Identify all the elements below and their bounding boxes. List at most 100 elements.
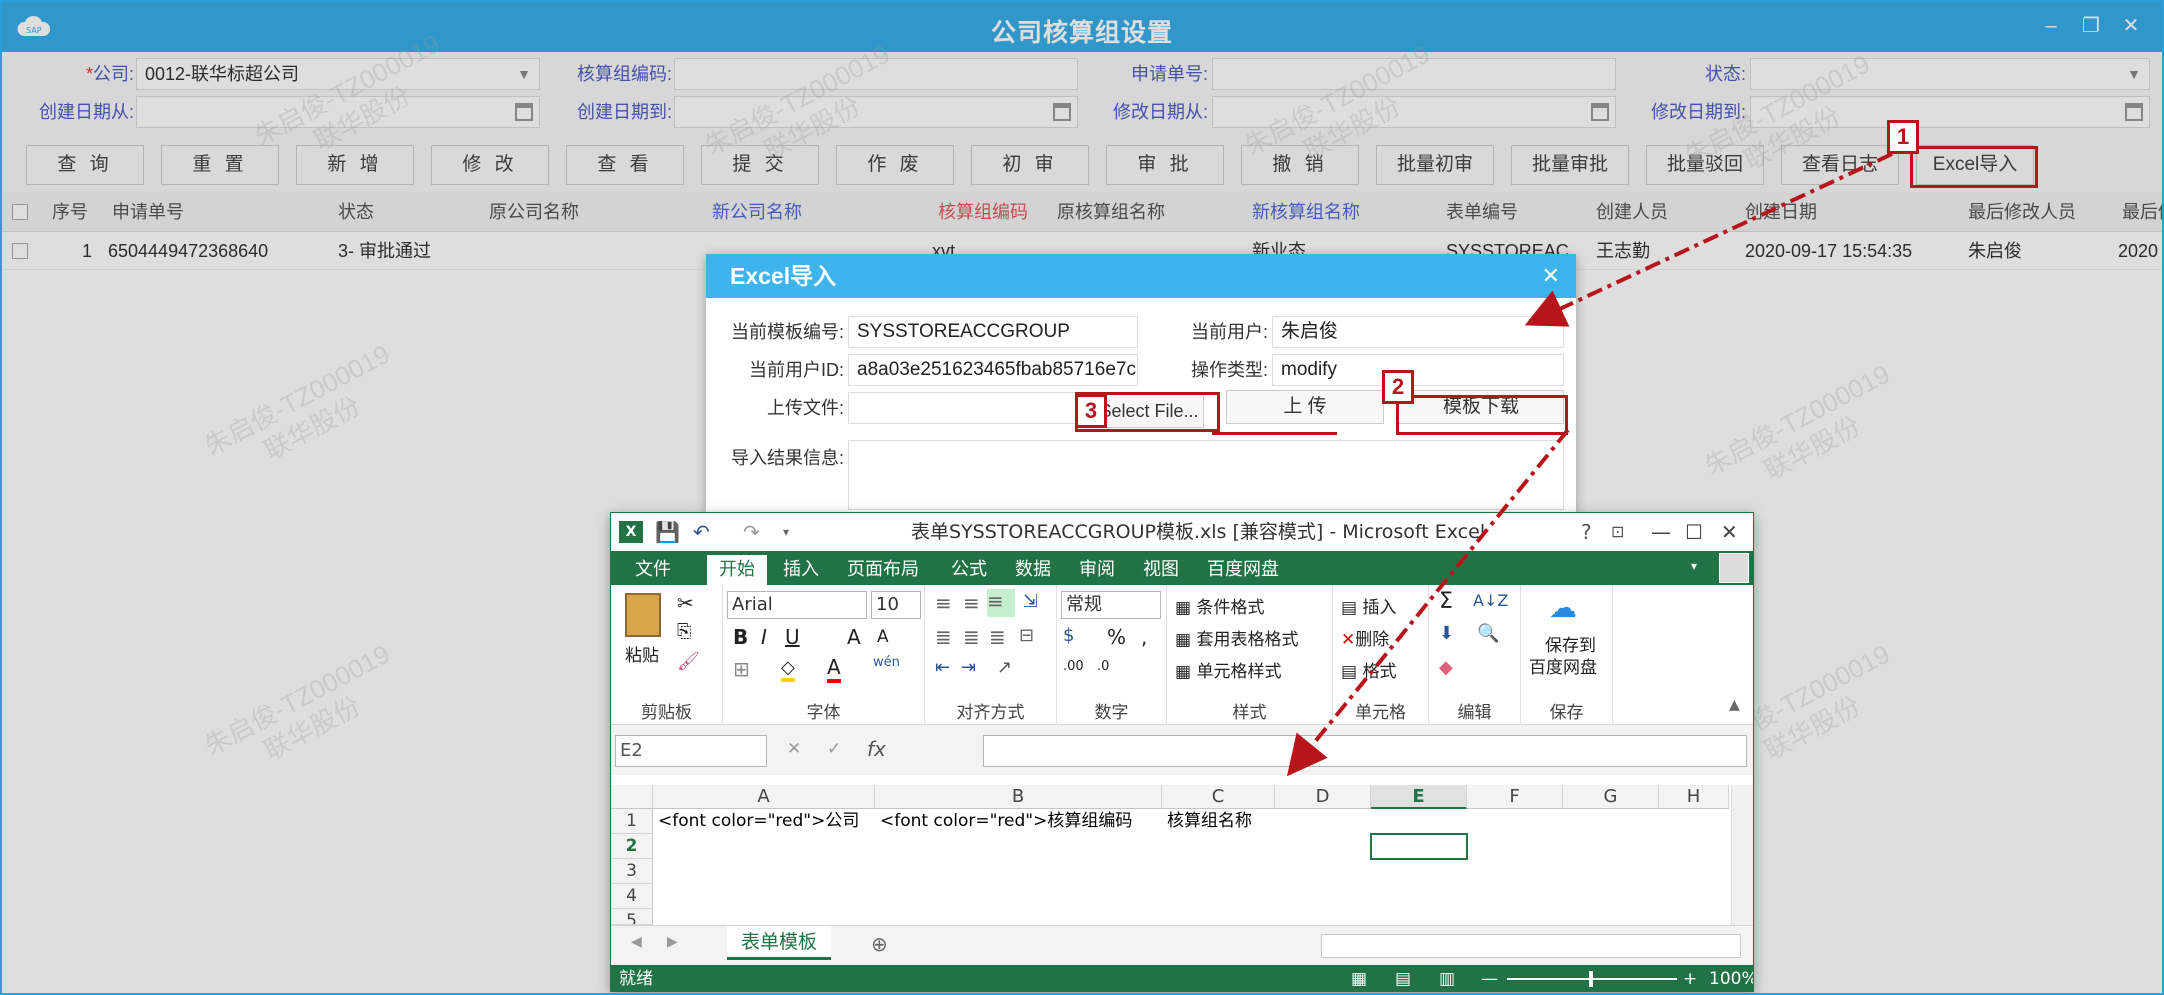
close-icon[interactable]: ✕ xyxy=(1721,513,1738,551)
cut-icon[interactable]: ✂ xyxy=(677,591,694,615)
delete-cells-button[interactable]: ✕删除 xyxy=(1341,625,1389,650)
paste-label[interactable]: 粘贴 xyxy=(625,641,659,666)
number-format-box[interactable]: 常规 xyxy=(1061,591,1161,619)
row-header-5[interactable]: 5 xyxy=(611,909,653,925)
tab-baidu[interactable]: 百度网盘 xyxy=(1207,555,1279,585)
align-bottom-icon[interactable]: ≡ xyxy=(987,589,1015,617)
cell-b1[interactable]: <font color="red">核算组编码 xyxy=(877,809,1132,834)
page-break-view-icon[interactable]: ▥ xyxy=(1439,965,1455,991)
border-icon[interactable]: ⊞ xyxy=(733,657,750,681)
cell-c1[interactable]: 核算组名称 xyxy=(1164,809,1252,834)
undo-icon[interactable]: ↶ xyxy=(693,513,710,551)
increase-decimal-icon[interactable]: .00 xyxy=(1063,659,1084,674)
collapse-ribbon-icon[interactable]: ▲ xyxy=(1729,697,1740,713)
row-header-2[interactable]: 2 xyxy=(611,834,653,859)
customize-qat-icon[interactable]: ▾ xyxy=(783,513,789,551)
wrap-text-icon[interactable]: ⇲ xyxy=(1023,591,1038,612)
fill-icon[interactable]: ⬇ xyxy=(1439,623,1454,644)
redo-icon[interactable]: ↷ xyxy=(743,513,760,551)
italic-icon[interactable]: I xyxy=(761,625,767,649)
row-header-1[interactable]: 1 xyxy=(611,809,653,834)
col-header-c[interactable]: C xyxy=(1162,785,1275,809)
horizontal-scrollbar[interactable] xyxy=(1321,934,1741,958)
save-to-cloud-line2[interactable]: 百度网盘 xyxy=(1529,653,1597,678)
align-left-icon[interactable]: ≣ xyxy=(935,625,952,649)
comma-icon[interactable]: , xyxy=(1141,625,1147,649)
cell-a1[interactable]: <font color="red">公司 xyxy=(655,809,859,834)
minimize-icon[interactable]: — xyxy=(1651,513,1671,551)
page-layout-view-icon[interactable]: ▤ xyxy=(1395,965,1411,991)
col-header-f[interactable]: F xyxy=(1467,785,1563,809)
col-header-a[interactable]: A xyxy=(653,785,875,809)
enter-icon[interactable]: ✓ xyxy=(827,739,841,759)
name-box[interactable]: E2 xyxy=(615,735,767,767)
upload-button[interactable]: 上 传 xyxy=(1226,390,1384,424)
baidu-cloud-icon[interactable]: ☁ xyxy=(1549,591,1577,624)
ribbon-display-icon[interactable]: ⊡ xyxy=(1611,513,1624,551)
tab-review[interactable]: 审阅 xyxy=(1079,555,1115,585)
cancel-icon[interactable]: ✕ xyxy=(787,739,801,759)
col-header-e[interactable]: E xyxy=(1371,785,1467,809)
sheet-tab[interactable]: 表单模板 xyxy=(727,926,831,960)
select-all-corner[interactable] xyxy=(611,785,653,809)
orientation-icon[interactable]: ↗ xyxy=(997,657,1012,678)
table-format-button[interactable]: ▦ 套用表格格式 xyxy=(1175,625,1298,650)
fill-color-icon[interactable]: ◇ xyxy=(781,657,795,682)
row-header-4[interactable]: 4 xyxy=(611,884,653,909)
user-avatar[interactable] xyxy=(1719,553,1749,583)
tab-formulas[interactable]: 公式 xyxy=(951,555,987,585)
format-painter-icon[interactable]: 🖌 xyxy=(677,651,700,672)
function-icon[interactable]: fx xyxy=(867,737,886,761)
tab-file[interactable]: 文件 xyxy=(635,555,671,585)
tab-view[interactable]: 视图 xyxy=(1143,555,1179,585)
grow-font-icon[interactable]: A xyxy=(847,625,861,649)
decrease-decimal-icon[interactable]: .0 xyxy=(1097,659,1109,674)
op-type-field[interactable]: modify xyxy=(1272,354,1564,386)
align-right-icon[interactable]: ≣ xyxy=(989,625,1006,649)
col-header-b[interactable]: B xyxy=(875,785,1162,809)
bold-icon[interactable]: B xyxy=(733,625,748,649)
decrease-indent-icon[interactable]: ⇤ xyxy=(935,657,950,678)
font-color-icon[interactable]: A xyxy=(827,655,841,683)
increase-indent-icon[interactable]: ⇥ xyxy=(961,657,976,678)
align-center-icon[interactable]: ≣ xyxy=(963,625,980,649)
vertical-scrollbar[interactable] xyxy=(1731,785,1753,925)
save-icon[interactable]: 💾 xyxy=(655,513,680,551)
percent-icon[interactable]: % xyxy=(1107,625,1126,649)
merge-cells-icon[interactable]: ⊟ xyxy=(1019,625,1034,646)
zoom-out-icon[interactable]: — xyxy=(1481,965,1498,991)
add-sheet-icon[interactable]: ⊕ xyxy=(871,932,888,956)
zoom-slider-thumb[interactable] xyxy=(1589,971,1593,987)
font-size-box[interactable]: 10 xyxy=(871,591,921,619)
next-sheet-icon[interactable]: ▶ xyxy=(667,934,678,950)
close-icon[interactable]: ✕ xyxy=(1542,254,1560,298)
align-middle-icon[interactable]: ≡ xyxy=(963,591,980,615)
tab-page-layout[interactable]: 页面布局 xyxy=(847,555,919,585)
chevron-down-icon[interactable]: ▾ xyxy=(1691,559,1697,573)
col-header-h[interactable]: H xyxy=(1659,785,1729,809)
autosum-icon[interactable]: Σ xyxy=(1439,589,1453,614)
align-top-icon[interactable]: ≡ xyxy=(935,591,952,615)
template-no-field[interactable]: SYSSTOREACCGROUP xyxy=(848,316,1138,348)
zoom-level[interactable]: 100% xyxy=(1709,965,1753,991)
prev-sheet-icon[interactable]: ◀ xyxy=(631,934,642,950)
underline-icon[interactable]: U xyxy=(785,625,800,649)
help-icon[interactable]: ? xyxy=(1581,513,1592,551)
cell-style-button[interactable]: ▦ 单元格样式 xyxy=(1175,657,1281,682)
shrink-font-icon[interactable]: A xyxy=(877,627,889,647)
active-cell-e2[interactable] xyxy=(1370,833,1468,860)
find-icon[interactable]: 🔍 xyxy=(1477,623,1499,644)
tab-data[interactable]: 数据 xyxy=(1015,555,1051,585)
user-id-field[interactable]: a8a03e251623465fbab85716e7c xyxy=(848,354,1138,386)
result-textarea[interactable] xyxy=(848,440,1564,510)
currency-icon[interactable]: $ xyxy=(1063,625,1074,646)
maximize-icon[interactable]: ☐ xyxy=(1685,513,1703,551)
formula-input[interactable] xyxy=(983,735,1747,767)
col-header-d[interactable]: D xyxy=(1275,785,1371,809)
zoom-in-icon[interactable]: + xyxy=(1683,965,1697,991)
font-name-box[interactable]: Arial xyxy=(727,591,867,619)
clear-icon[interactable]: ◆ xyxy=(1439,657,1453,678)
tab-insert[interactable]: 插入 xyxy=(783,555,819,585)
copy-icon[interactable]: ⎘ xyxy=(677,621,691,642)
cond-format-button[interactable]: ▦ 条件格式 xyxy=(1175,593,1264,618)
